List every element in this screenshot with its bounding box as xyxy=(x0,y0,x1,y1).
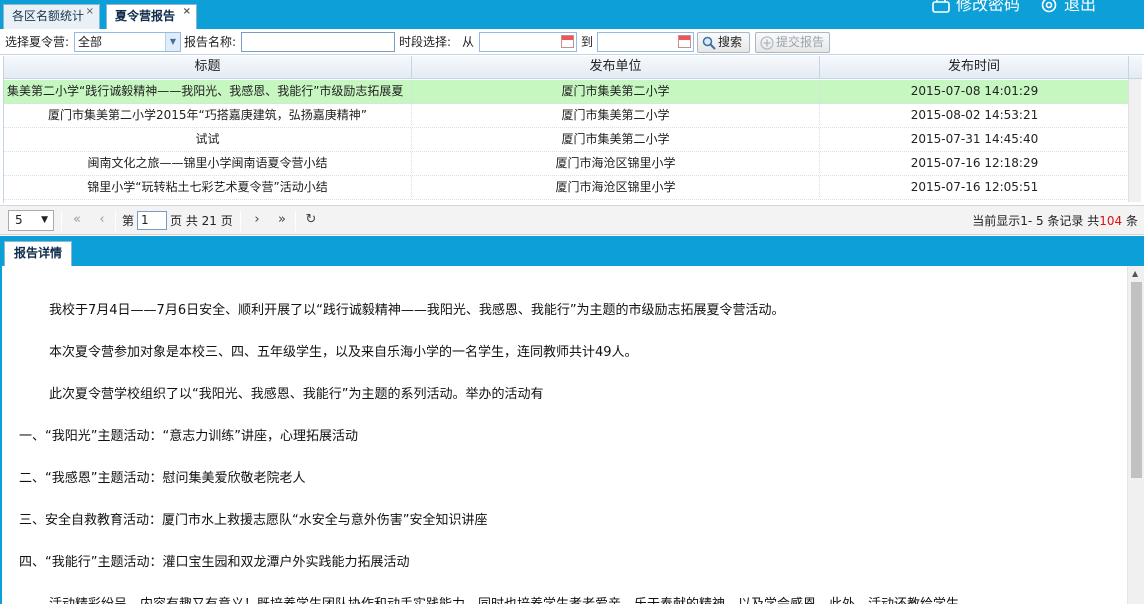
detail-scrollbar[interactable]: ▲ xyxy=(1127,266,1144,604)
detail-paragraph: 活动精彩纷呈，内容有趣又有意义！既培养学生团队协作和动手实践能力，同时也培养学生… xyxy=(2,596,959,604)
chevron-down-icon[interactable]: ▼ xyxy=(165,33,180,51)
record-info: 当前显示1- 5 条记录 共104 条 xyxy=(972,213,1138,229)
row-title: 厦门市集美第二小学2015年“巧搭嘉庚建筑，弘扬嘉庚精神” xyxy=(4,104,412,127)
row-title: 集美第二小学“践行诚毅精神——我阳光、我感恩、我能行”市级励志拓展夏 xyxy=(4,80,412,103)
grid-scrollbar[interactable] xyxy=(1128,79,1141,202)
first-page-icon[interactable]: « xyxy=(66,210,88,231)
detail-header: 报告详情 xyxy=(0,236,1144,266)
table-row[interactable]: 试试 厦门市集美第二小学 2015-07-31 14:45:40 xyxy=(4,128,1129,152)
lock-icon xyxy=(932,0,950,13)
camp-select-value: 全部 xyxy=(78,35,103,49)
divider xyxy=(61,211,62,231)
pagination-bar: 5 ▼ « ‹ 第 1 页 共 21 页 › » ↻ 当前显示1- 5 条记录 … xyxy=(0,205,1144,235)
row-title: 试试 xyxy=(4,128,412,151)
top-bar: 各区名额统计 × 夏令营报告 × 修改密码 退出 xyxy=(0,0,1144,29)
page-size-value: 5 xyxy=(15,213,23,227)
detail-paragraph: 三、安全自救教育活动：厦门市水上救援志愿队“水安全与意外伤害”安全知识讲座 xyxy=(19,513,488,528)
close-icon[interactable]: × xyxy=(86,5,94,19)
page-prefix-label: 第 xyxy=(122,214,135,228)
row-time: 2015-07-08 14:01:29 xyxy=(910,84,1039,98)
report-name-input[interactable] xyxy=(241,32,395,52)
row-unit: 厦门市海沧区锦里小学 xyxy=(412,152,820,175)
close-icon[interactable]: × xyxy=(183,5,191,19)
tab-district-quota[interactable]: 各区名额统计 × xyxy=(3,4,100,29)
row-unit: 厦门市集美第二小学 xyxy=(412,104,820,127)
submit-report-button[interactable]: 提交报告 xyxy=(755,32,830,53)
logout-button[interactable]: 退出 xyxy=(1040,0,1096,13)
search-button[interactable]: 搜索 xyxy=(697,32,750,53)
from-label: 从 xyxy=(462,35,475,49)
calendar-icon[interactable] xyxy=(561,35,574,48)
divider xyxy=(240,211,241,231)
record-info-prefix: 当前显示1- 5 条记录 共 xyxy=(972,214,1100,228)
search-toolbar: 选择夏令营: 全部 ▼ 报告名称: 时段选择: 从 到 搜索 提交报告 xyxy=(0,30,1144,55)
grid-header: 标题 发布单位 发布时间 xyxy=(4,56,1142,79)
scroll-up-icon[interactable]: ▲ xyxy=(1132,269,1138,278)
report-detail-content: 我校于7月4日——7月6日安全、顺利开展了以“践行诚毅精神——我阳光、我感恩、我… xyxy=(0,266,1144,604)
detail-paragraph: 二、“我感恩”主题活动：慰问集美爱欣敬老院老人 xyxy=(19,471,306,486)
detail-paragraph: 本次夏令营参加对象是本校三、四、五年级学生，以及来自乐海小学的一名学生，连同教师… xyxy=(49,345,638,360)
column-header-time[interactable]: 发布时间 xyxy=(820,56,1129,78)
row-unit: 厦门市集美第二小学 xyxy=(412,80,820,103)
tab-label: 夏令营报告 xyxy=(115,9,176,23)
page-size-select[interactable]: 5 ▼ xyxy=(8,210,54,231)
page-number-input[interactable]: 1 xyxy=(137,211,167,230)
camp-select-label: 选择夏令营: xyxy=(5,35,70,49)
detail-paragraph: 此次夏令营学校组织了以“我阳光、我感恩、我能行”为主题的系列活动。举办的活动有 xyxy=(49,387,544,402)
to-label: 到 xyxy=(581,35,594,49)
refresh-icon[interactable]: ↻ xyxy=(300,210,322,231)
detail-paragraph: 四、“我能行”主题活动：灌口宝生园和双龙潭户外实践能力拓展活动 xyxy=(19,555,410,570)
row-unit: 厦门市海沧区锦里小学 xyxy=(412,176,820,199)
record-total: 104 xyxy=(1099,214,1123,228)
row-time: 2015-07-31 14:45:40 xyxy=(910,132,1039,146)
camp-select[interactable]: 全部 ▼ xyxy=(74,32,181,52)
table-row[interactable]: 厦门市集美第二小学2015年“巧搭嘉庚建筑，弘扬嘉庚精神” 厦门市集美第二小学 … xyxy=(4,104,1129,128)
prev-page-icon[interactable]: ‹ xyxy=(91,210,113,231)
page-total-label: 页 共 21 页 xyxy=(170,214,233,228)
column-header-title[interactable]: 标题 xyxy=(4,56,412,78)
row-time: 2015-07-16 12:18:29 xyxy=(910,156,1039,170)
from-date-input[interactable] xyxy=(479,32,577,52)
next-page-icon[interactable]: › xyxy=(246,210,268,231)
search-icon xyxy=(702,36,716,50)
record-info-suffix: 条 xyxy=(1125,214,1138,228)
tab-camp-report[interactable]: 夏令营报告 × xyxy=(106,4,197,29)
detail-paragraph: 一、“我阳光”主题活动：“意志力训练”讲座，心理拓展活动 xyxy=(19,429,358,444)
report-name-label: 报告名称: xyxy=(184,35,237,49)
report-grid: 标题 发布单位 发布时间 集美第二小学“践行诚毅精神——我阳光、我感恩、我能行”… xyxy=(3,56,1144,203)
row-title: 闽南文化之旅——锦里小学闽南语夏令营小结 xyxy=(4,152,412,175)
divider xyxy=(295,211,296,231)
row-unit: 厦门市集美第二小学 xyxy=(412,128,820,151)
submit-report-label: 提交报告 xyxy=(776,35,825,49)
row-time: 2015-08-02 14:53:21 xyxy=(910,108,1039,122)
last-page-icon[interactable]: » xyxy=(271,210,293,231)
change-password-label: 修改密码 xyxy=(956,0,1021,14)
row-time: 2015-07-16 12:05:51 xyxy=(910,180,1039,194)
tab-report-detail[interactable]: 报告详情 xyxy=(4,241,72,266)
row-title: 锦里小学“玩转粘土七彩艺术夏令营”活动小结 xyxy=(4,176,412,199)
calendar-icon[interactable] xyxy=(678,35,691,48)
divider xyxy=(115,211,116,231)
tab-label: 各区名额统计 xyxy=(12,9,85,23)
chevron-down-icon: ▼ xyxy=(41,215,48,225)
to-date-input[interactable] xyxy=(597,32,694,52)
table-row[interactable]: 集美第二小学“践行诚毅精神——我阳光、我感恩、我能行”市级励志拓展夏 厦门市集美… xyxy=(4,80,1129,104)
detail-paragraph: 我校于7月4日——7月6日安全、顺利开展了以“践行诚毅精神——我阳光、我感恩、我… xyxy=(49,303,785,318)
power-icon xyxy=(1041,0,1057,13)
time-range-label: 时段选择: xyxy=(399,35,452,49)
table-row[interactable]: 闽南文化之旅——锦里小学闽南语夏令营小结 厦门市海沧区锦里小学 2015-07-… xyxy=(4,152,1129,176)
search-button-label: 搜索 xyxy=(718,35,743,49)
scrollbar-thumb[interactable] xyxy=(1131,282,1142,478)
table-row[interactable]: 锦里小学“玩转粘土七彩艺术夏令营”活动小结 厦门市海沧区锦里小学 2015-07… xyxy=(4,176,1129,200)
logout-label: 退出 xyxy=(1064,0,1097,14)
column-header-unit[interactable]: 发布单位 xyxy=(412,56,820,78)
add-icon xyxy=(760,36,774,50)
change-password-button[interactable]: 修改密码 xyxy=(932,0,1020,13)
